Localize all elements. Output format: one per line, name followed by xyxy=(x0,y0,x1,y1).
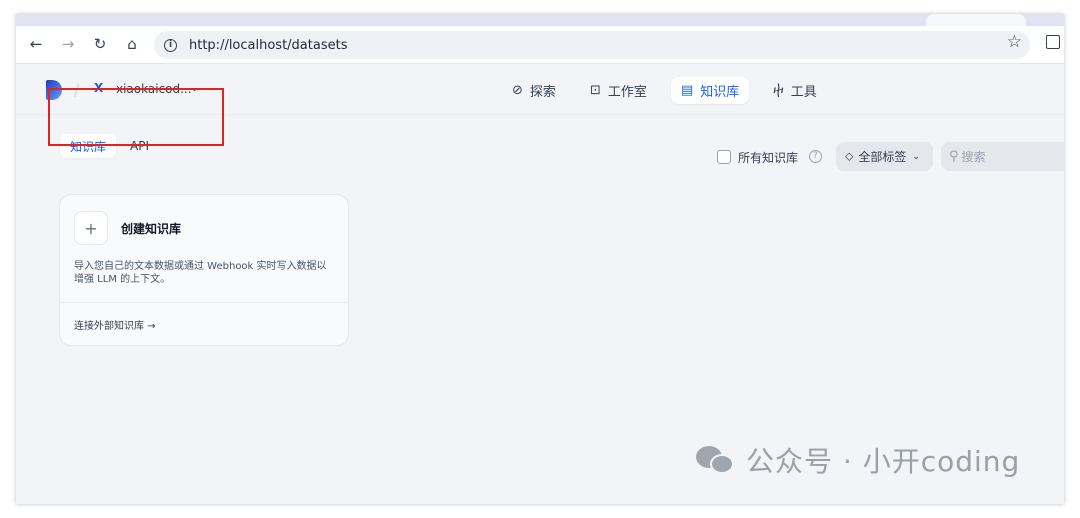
divider xyxy=(61,302,347,303)
tool-icon: ⴕ xyxy=(773,83,784,98)
home-button[interactable]: ⌂ xyxy=(120,32,144,56)
search-icon: ⚲ xyxy=(949,149,959,164)
filter-bar: 所有知识库 ? ⬦ 全部标签 ⌄ ⚲ xyxy=(716,142,1064,172)
extension-icon[interactable] xyxy=(1046,35,1060,49)
reload-button[interactable]: ↻ xyxy=(88,32,112,56)
nav-explore[interactable]: ⊘ 探索 xyxy=(502,77,566,104)
forward-button[interactable]: → xyxy=(56,32,80,56)
screenshot-frame: ← → ↻ ⌂ i http://localhost/datasets ☆ / … xyxy=(0,0,1080,518)
tag-icon: ⬦ xyxy=(845,149,854,163)
nav-label: 探索 xyxy=(529,85,556,100)
watermark: 公众号 · 小开coding xyxy=(696,440,1020,480)
plus-icon[interactable]: + xyxy=(74,211,108,245)
nav-label: 知识库 xyxy=(700,85,740,100)
card-description: 导入您自己的文本数据或通过 Webhook 实时写入数据以增强 LLM 的上下文… xyxy=(74,261,327,285)
tab-strip xyxy=(16,14,1064,26)
connect-external-link[interactable]: 连接外部知识库 → xyxy=(74,317,156,332)
nav-studio[interactable]: ⊡ 工作室 xyxy=(580,77,657,104)
search-input[interactable] xyxy=(961,149,1062,164)
nav-knowledge[interactable]: ▤ 知识库 xyxy=(671,77,750,104)
back-button[interactable]: ← xyxy=(24,32,48,56)
highlight-annotation-box xyxy=(48,88,224,146)
create-dataset-card: + 创建知识库 导入您自己的文本数据或通过 Webhook 实时写入数据以增强 … xyxy=(59,194,349,346)
site-info-icon[interactable]: i xyxy=(164,38,177,52)
wechat-icon xyxy=(696,444,736,476)
tag-filter-button[interactable]: ⬦ 全部标签 ⌄ xyxy=(836,142,933,171)
explore-icon: ⊘ xyxy=(512,83,523,98)
create-dataset-label[interactable]: 创建知识库 xyxy=(121,220,181,237)
search-box[interactable]: ⚲ xyxy=(941,142,1064,171)
url-text[interactable]: http://localhost/datasets xyxy=(189,38,347,53)
create-dataset-button[interactable]: + 创建知识库 xyxy=(74,211,181,245)
tag-filter-label: 全部标签 xyxy=(858,150,907,164)
all-datasets-label[interactable]: 所有知识库 xyxy=(738,149,798,166)
active-tab[interactable] xyxy=(926,14,1026,26)
browser-toolbar: ← → ↻ ⌂ i http://localhost/datasets ☆ xyxy=(16,26,1064,64)
nav-label: 工作室 xyxy=(607,85,647,100)
nav-tools[interactable]: ⴕ 工具 xyxy=(763,77,827,104)
chevron-down-icon: ⌄ xyxy=(912,151,920,162)
address-bar[interactable]: i http://localhost/datasets xyxy=(154,31,1030,59)
help-icon[interactable]: ? xyxy=(809,150,822,163)
robot-icon: ⊡ xyxy=(590,83,601,98)
bookmark-star-icon[interactable]: ☆ xyxy=(1007,32,1022,52)
book-icon: ▤ xyxy=(681,83,694,98)
watermark-text: 公众号 · 小开coding xyxy=(746,445,1021,478)
nav-label: 工具 xyxy=(790,85,817,100)
all-datasets-checkbox[interactable] xyxy=(717,150,731,164)
